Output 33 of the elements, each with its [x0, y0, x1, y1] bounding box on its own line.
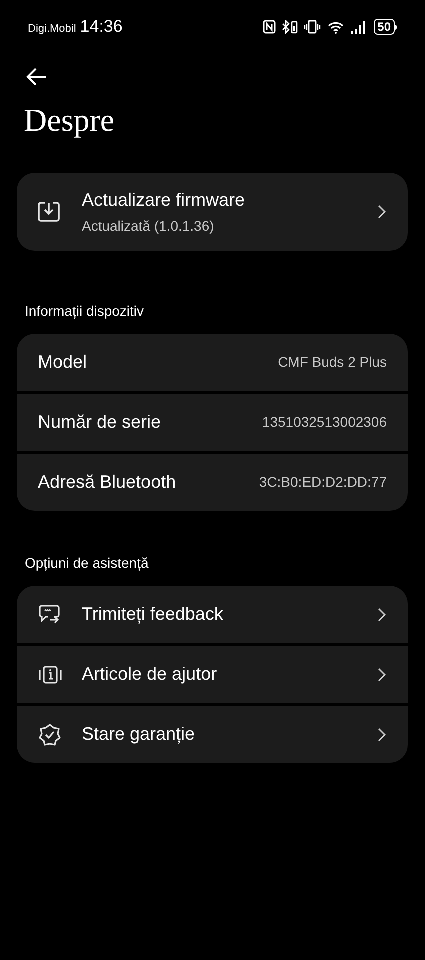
- carrier-name: Digi.Mobil: [28, 22, 76, 38]
- firmware-version: Actualizată (1.0.1.36): [82, 217, 216, 236]
- signal-icon: [350, 20, 368, 34]
- info-label: Adresă Bluetooth: [38, 471, 176, 494]
- section-heading: Opțiuni de asistență: [25, 554, 150, 573]
- section-heading: Informații dispozitiv: [25, 302, 146, 321]
- download-icon: [38, 201, 60, 223]
- item-title: Articole de ajutor: [82, 663, 218, 686]
- info-label: Număr de serie: [38, 411, 162, 434]
- shield-check-icon: [38, 722, 62, 746]
- item-title: Trimiteți feedback: [82, 603, 224, 626]
- info-value: CMF Buds 2 Plus: [278, 353, 387, 372]
- page-title: Despre: [24, 101, 116, 140]
- clock: 14:36: [80, 16, 123, 38]
- support-item[interactable]: Articole de ajutor: [17, 646, 408, 703]
- chevron-icon: [378, 668, 387, 682]
- chevron-icon: [378, 728, 387, 742]
- info-value: 1351032513002306: [262, 413, 387, 432]
- support-item[interactable]: Trimiteți feedback: [17, 586, 408, 643]
- nfc-icon: [262, 20, 276, 34]
- firmware-update-item[interactable]: Actualizare firmware Actualizată (1.0.1.36): [17, 173, 408, 251]
- chevron-icon: [378, 205, 387, 219]
- chevron-icon: [378, 608, 387, 622]
- info-label: Model: [38, 351, 88, 374]
- feedback-icon: [38, 602, 62, 626]
- bluetooth-battery-icon: [282, 20, 298, 34]
- info-value: 3C:B0:ED:D2:DD:77: [259, 473, 387, 492]
- vibrate-icon: [304, 20, 321, 34]
- battery-indicator: 50: [374, 19, 395, 35]
- support-item[interactable]: Stare garanție: [17, 706, 408, 763]
- item-title: Stare garanție: [82, 723, 196, 746]
- wifi-icon: [326, 20, 345, 34]
- item-title: Actualizare firmware: [82, 189, 246, 212]
